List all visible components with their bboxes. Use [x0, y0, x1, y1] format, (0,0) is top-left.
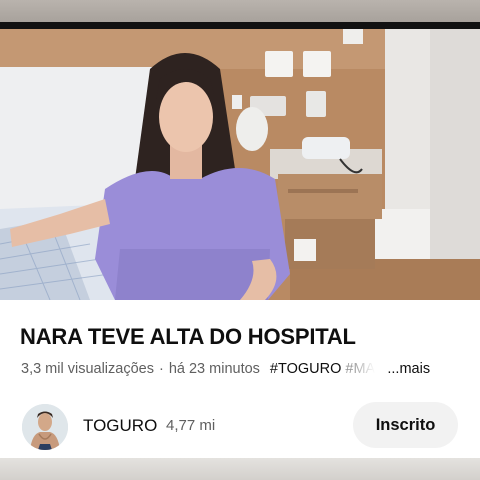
view-count: 3,3 mil visualizações: [21, 361, 154, 377]
more-description-link[interactable]: ...mais: [387, 361, 430, 377]
hashtag-link[interactable]: #TOGURO: [270, 361, 341, 377]
channel-avatar-image: [22, 404, 68, 450]
video-thumbnail[interactable]: [0, 29, 480, 300]
channel-avatar[interactable]: [22, 404, 68, 450]
channel-row: TOGURO 4,77 mi Inscrito: [0, 400, 480, 450]
divider-bar: [0, 22, 480, 29]
channel-name[interactable]: TOGURO: [83, 416, 157, 436]
video-title[interactable]: NARA TEVE ALTA DO HOSPITAL: [20, 324, 356, 350]
previous-content-strip: [0, 0, 480, 22]
video-thumbnail-image: [0, 29, 480, 300]
video-metadata[interactable]: 3,3 mil visualizações · há 23 minutos #T…: [21, 360, 466, 378]
subscribed-button[interactable]: Inscrito: [353, 402, 458, 448]
subscriber-count: 4,77 mi: [166, 417, 216, 434]
meta-separator: ·: [158, 361, 164, 377]
next-content-strip: [0, 458, 480, 480]
upload-time: há 23 minutos: [168, 361, 260, 377]
hashtag-link[interactable]: #MA: [345, 361, 375, 377]
